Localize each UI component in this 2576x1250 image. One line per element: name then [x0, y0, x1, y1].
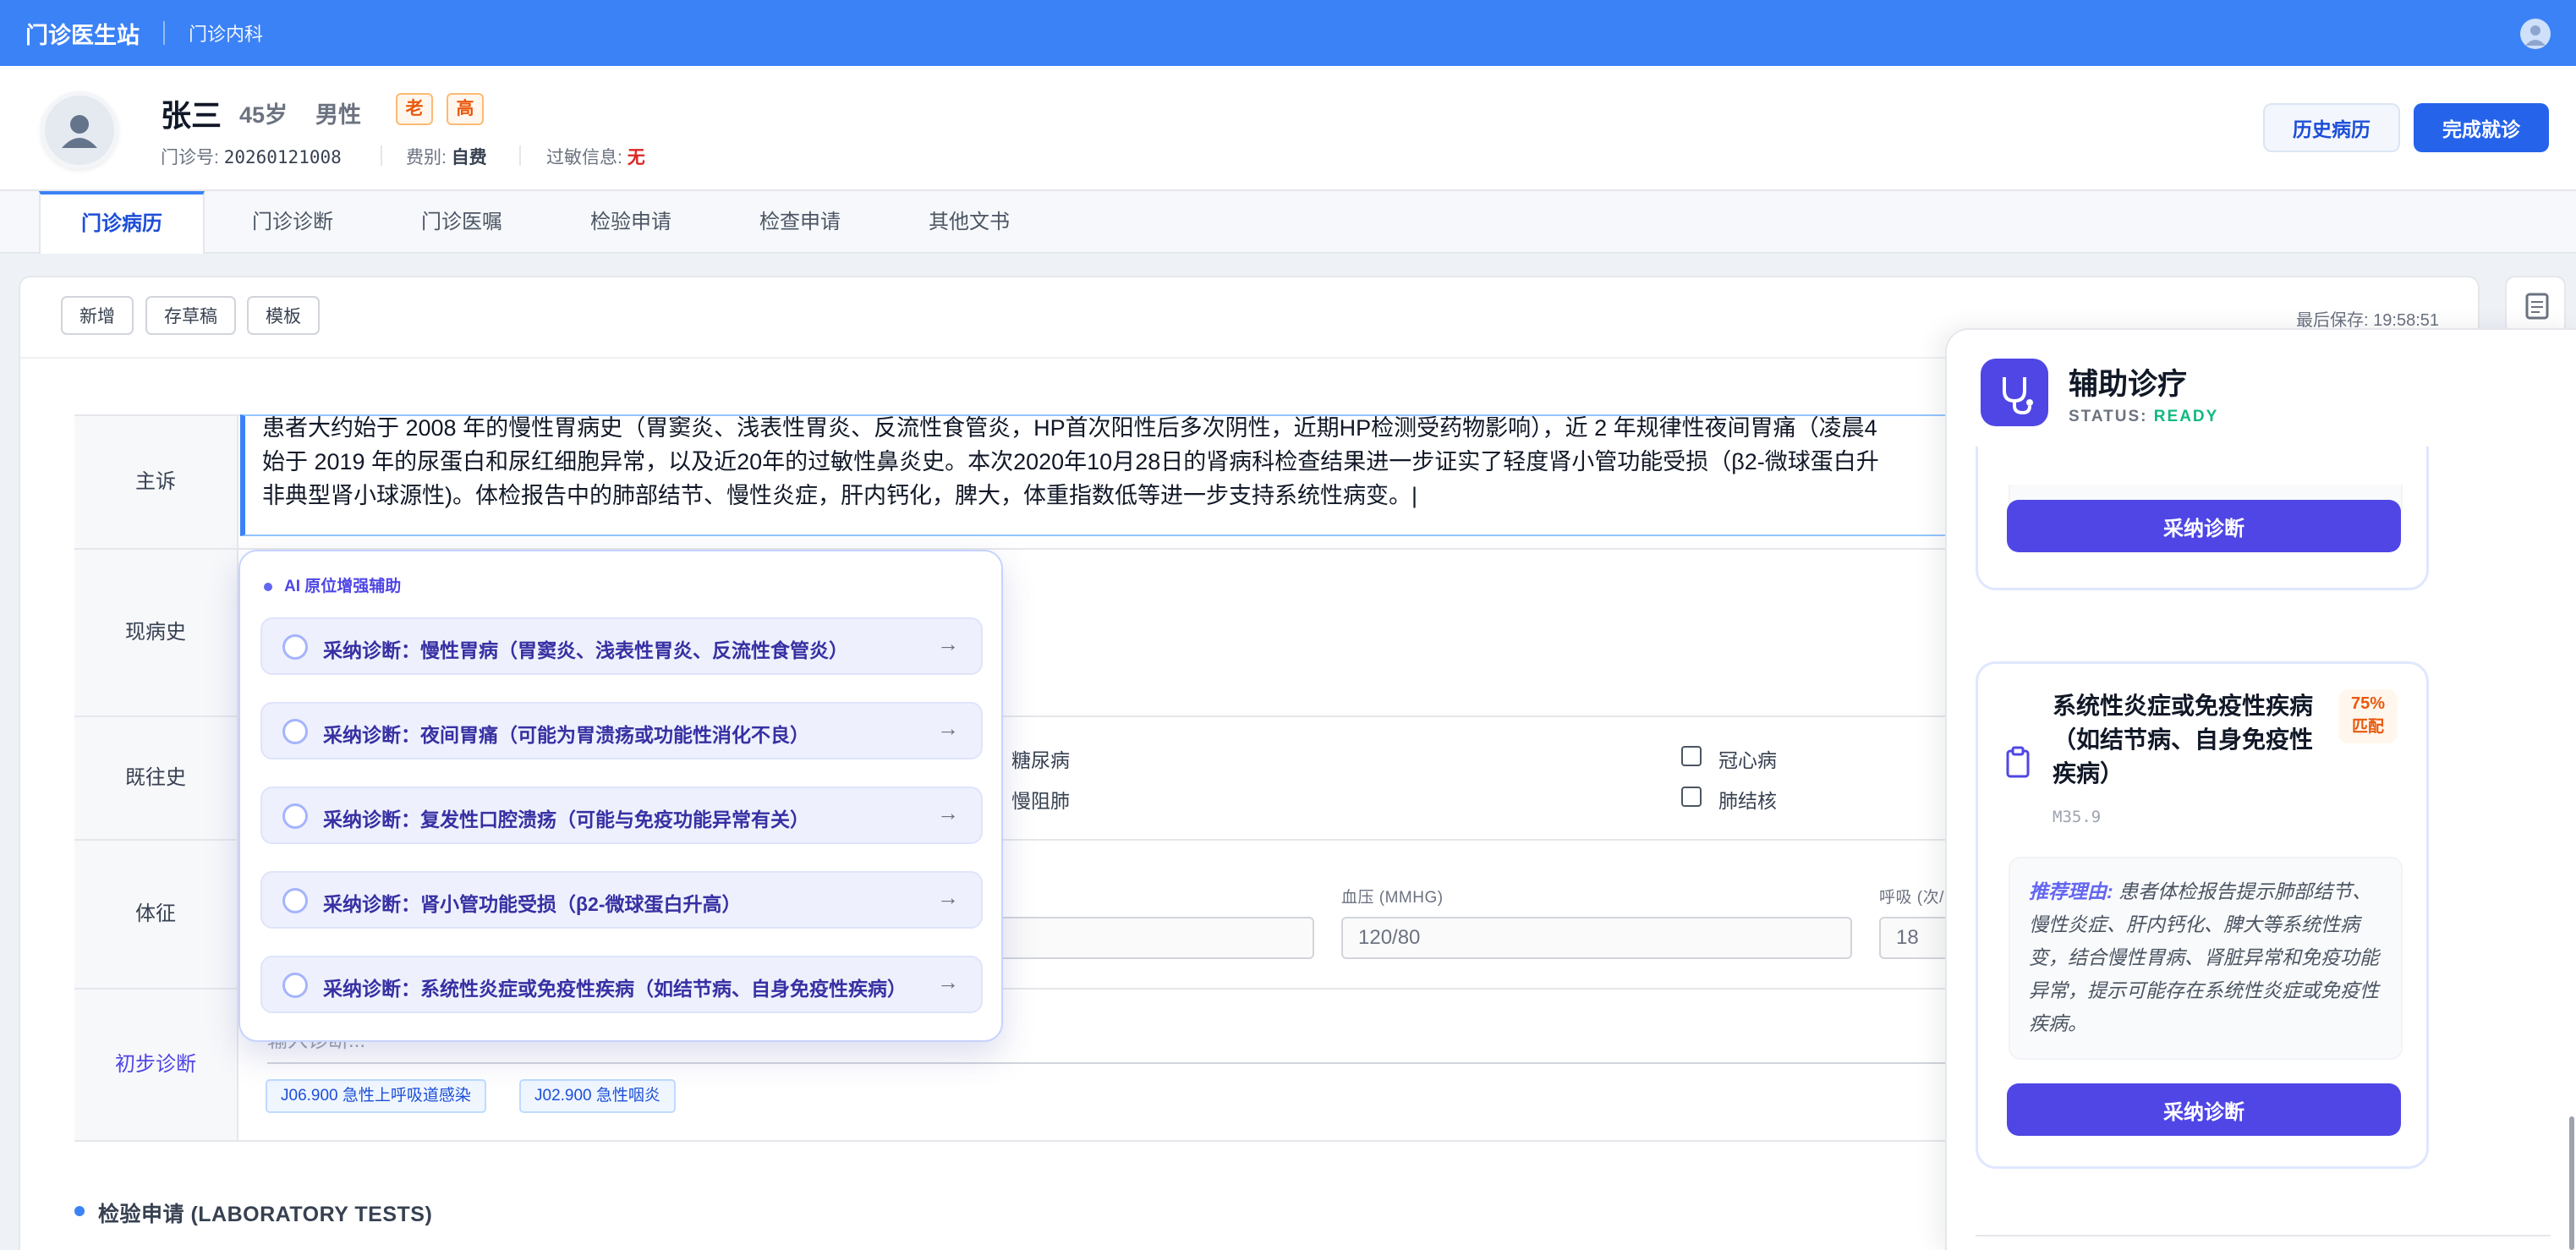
- tab-other-documents[interactable]: 其他文书: [898, 191, 1040, 254]
- assist-panel-title: 辅助诊疗: [2069, 368, 2188, 401]
- ai-suggestion-item[interactable]: 采纳诊断：夜间胃痛（可能为胃溃疡或功能性消化不良） →: [260, 702, 983, 759]
- pmh-copd-label: 慢阻肺: [1011, 790, 1070, 812]
- diagnosis-suggestion-card: 采纳诊断: [1976, 423, 2429, 590]
- stethoscope-icon: [1981, 359, 2048, 426]
- arrow-right-icon: →: [937, 631, 959, 656]
- radio-circle-icon: [282, 719, 308, 744]
- last-saved-time: 最后保存: 19:58:51: [2296, 311, 2439, 330]
- panel-footer-divider: [1976, 1235, 2551, 1250]
- cc-line: 非典型肾小球源性)。体检报告中的肺部结节、慢性炎症，肝内钙化，脾大，体重指数低等…: [262, 483, 1418, 508]
- blood-pressure-input[interactable]: 120/80: [1341, 917, 1852, 959]
- ai-suggestion-text: 采纳诊断：复发性口腔溃疡（可能与免疫功能异常有关）: [323, 809, 809, 831]
- radio-circle-icon: [282, 888, 308, 913]
- high-risk-badge: 高: [447, 93, 484, 125]
- diagnosis-tag[interactable]: J06.900 急性上呼吸道感染: [266, 1079, 486, 1113]
- ai-suggestion-text: 采纳诊断：慢性胃病（胃窦炎、浅表性胃炎、反流性食管炎）: [323, 639, 848, 661]
- ai-suggestion-item[interactable]: 采纳诊断：复发性口腔溃疡（可能与免疫功能异常有关） →: [260, 787, 983, 844]
- respiration-label: 呼吸 (次/: [1879, 889, 1944, 907]
- app-brand: 门诊医生站: [25, 22, 140, 48]
- preliminary-diagnosis-label: 初步诊断: [74, 990, 238, 1140]
- ai-suggestion-text: 采纳诊断：肾小管功能受损（β2-微球蛋白升高）: [323, 893, 742, 915]
- section-bullet: [74, 1206, 85, 1216]
- match-label: 匹配: [2351, 718, 2384, 736]
- adopt-diagnosis-button[interactable]: 采纳诊断: [2007, 1083, 2401, 1136]
- patient-avatar-icon: [41, 91, 118, 169]
- recommendation-reason: 推荐理由: 患者体检报告提示肺部结节、慢性炎症、肝内钙化、脾大等系统性病变，结合…: [2009, 857, 2403, 1060]
- user-avatar-icon[interactable]: [2520, 19, 2551, 49]
- pmh-diabetes-label: 糖尿病: [1011, 749, 1070, 771]
- elderly-badge: 老: [396, 93, 433, 125]
- cc-line: 患者大约始于 2008 年的慢性胃病史（胃窦炎、浅表性胃炎、反流性食管炎，HP首…: [262, 415, 1877, 441]
- cc-line: 始于 2019 年的尿蛋白和尿红细胞异常，以及近20年的过敏性鼻炎史。本次202…: [262, 449, 1879, 474]
- ai-popup-heading: AI 原位增强辅助: [264, 573, 401, 596]
- pmh-chd-label: 冠心病: [1718, 749, 1777, 771]
- icd-code: M35.9: [2053, 808, 2102, 826]
- adopt-diagnosis-button[interactable]: 采纳诊断: [2007, 500, 2401, 552]
- ai-suggestion-text: 采纳诊断：系统性炎症或免疫性疾病（如结节病、自身免疫性疾病）: [323, 978, 907, 1000]
- blood-pressure-label: 血压 (MMHG): [1341, 889, 1444, 907]
- lab-request-section-title: 检验申请 (LABORATORY TESTS): [98, 1203, 433, 1226]
- ai-suggestion-item[interactable]: 采纳诊断：慢性胃病（胃窦炎、浅表性胃炎、反流性食管炎） →: [260, 617, 983, 675]
- ai-suggestion-item[interactable]: 采纳诊断：系统性炎症或免疫性疾病（如结节病、自身免疫性疾病） →: [260, 956, 983, 1013]
- diagnosis-input-underline: [267, 1062, 2026, 1064]
- tab-outpatient-record[interactable]: 门诊病历: [39, 191, 205, 254]
- department-label[interactable]: 门诊内科: [189, 19, 263, 47]
- panel-scrollbar[interactable]: [2569, 1116, 2574, 1250]
- pmh-chd-checkbox[interactable]: [1681, 746, 1702, 766]
- clinic-number: 门诊号: 20260121008: [161, 147, 342, 167]
- fee-type: 费别: 自费: [406, 148, 487, 167]
- arrow-right-icon: →: [937, 885, 959, 910]
- radio-circle-icon: [282, 634, 308, 660]
- ai-dot-icon: [264, 582, 272, 591]
- patient-age: 45岁: [239, 102, 288, 128]
- arrow-right-icon: →: [937, 969, 959, 995]
- vital-input[interactable]: [998, 917, 1314, 959]
- present-illness-label: 现病史: [74, 550, 238, 715]
- vital-signs-label: 体征: [74, 841, 238, 988]
- template-button[interactable]: 模板: [247, 296, 320, 335]
- diagnosis-suggestion-card: 系统性炎症或免疫性疾病（如结节病、自身免疫性疾病） 75% 匹配 M35.9 推…: [1976, 661, 2429, 1169]
- chief-complaint-label: 主诉: [74, 416, 238, 548]
- patient-sex: 男性: [315, 102, 361, 128]
- brand-divider: [163, 21, 165, 45]
- allergy-info: 过敏信息: 无: [546, 148, 645, 167]
- assist-diagnosis-panel: 采纳诊断 系统性炎症或免疫性疾病（如结节病、自身免疫性疾病） 75% 匹配 M3…: [1945, 328, 2576, 1250]
- meta-divider: [381, 145, 382, 166]
- assist-header: 辅助诊疗 STATUS: READY: [1947, 330, 2576, 447]
- tab-exam-request[interactable]: 检查申请: [729, 191, 871, 254]
- ai-suggestion-text: 采纳诊断：夜间胃痛（可能为胃溃疡或功能性消化不良）: [323, 724, 809, 746]
- record-tabs: 门诊病历 门诊诊断 门诊医嘱 检验申请 检查申请 其他文书: [0, 191, 2576, 254]
- arrow-right-icon: →: [937, 800, 959, 825]
- new-button[interactable]: 新增: [61, 296, 134, 335]
- patient-name: 张三: [161, 98, 222, 133]
- pmh-tb-label: 肺结核: [1718, 790, 1777, 812]
- finish-visit-button[interactable]: 完成就诊: [2414, 103, 2549, 152]
- patient-info-bar: 张三 45岁 男性 老 高 门诊号: 20260121008 费别: 自费 过敏…: [0, 66, 2576, 191]
- notepad-icon[interactable]: [2505, 276, 2566, 335]
- radio-circle-icon: [282, 973, 308, 998]
- match-score-badge: 75% 匹配: [2338, 689, 2398, 743]
- clipboard-icon: [2006, 746, 2030, 778]
- ai-suggestion-popup: AI 原位增强辅助 采纳诊断：慢性胃病（胃窦炎、浅表性胃炎、反流性食管炎） → …: [238, 550, 1003, 1042]
- chief-complaint-textarea[interactable]: 患者大约始于 2008 年的慢性胃病史（胃窦炎、浅表性胃炎、反流性食管炎，HP首…: [240, 414, 2053, 536]
- meta-divider: [519, 145, 521, 166]
- tab-outpatient-diagnosis[interactable]: 门诊诊断: [222, 191, 364, 254]
- diagnosis-tag[interactable]: J02.900 急性咽炎: [519, 1079, 676, 1113]
- save-draft-button[interactable]: 存草稿: [145, 296, 236, 335]
- arrow-right-icon: →: [937, 715, 959, 741]
- match-percent: 75%: [2350, 694, 2386, 713]
- tab-lab-request[interactable]: 检验申请: [560, 191, 702, 254]
- pmh-tb-checkbox[interactable]: [1681, 787, 1702, 807]
- ai-suggestion-item[interactable]: 采纳诊断：肾小管功能受损（β2-微球蛋白升高） →: [260, 871, 983, 929]
- history-records-button[interactable]: 历史病历: [2263, 103, 2400, 152]
- tab-outpatient-orders[interactable]: 门诊医嘱: [391, 191, 533, 254]
- suggested-diagnosis-title: 系统性炎症或免疫性疾病（如结节病、自身免疫性疾病）: [2053, 693, 2314, 787]
- past-history-label: 既往史: [74, 717, 238, 839]
- radio-circle-icon: [282, 803, 308, 829]
- assist-status: STATUS: READY: [2069, 408, 2219, 425]
- top-navbar: 门诊医生站 门诊内科: [0, 0, 2576, 66]
